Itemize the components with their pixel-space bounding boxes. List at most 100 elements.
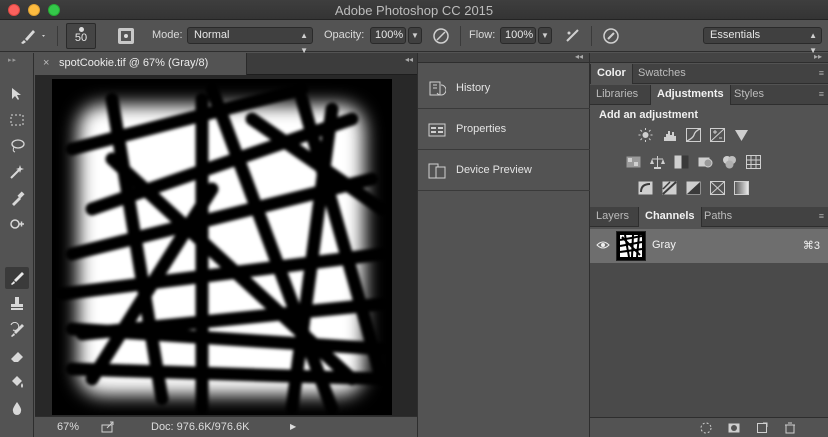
history-brush-tool[interactable]: [5, 319, 29, 341]
panel-menu-icon[interactable]: ≡: [819, 68, 824, 78]
levels-icon[interactable]: [663, 128, 678, 142]
hue-saturation-icon[interactable]: [626, 155, 641, 169]
properties-icon: [428, 122, 446, 138]
expand-arrows-icon[interactable]: ◂◂: [575, 52, 583, 61]
mode-value: Normal: [194, 29, 230, 41]
title-bar: Adobe Photoshop CC 2015: [0, 0, 828, 20]
exposure-icon[interactable]: [710, 128, 725, 142]
tab-styles[interactable]: Styles: [728, 85, 770, 105]
opacity-input[interactable]: 100%: [370, 27, 406, 44]
tab-adjustments[interactable]: Adjustments: [650, 85, 731, 105]
gradient-map-icon[interactable]: [734, 181, 749, 195]
color-lookup-icon[interactable]: [746, 155, 761, 169]
mode-dropdown[interactable]: Normal ▲ ▼: [187, 27, 313, 55]
eyedropper-tool[interactable]: [5, 187, 29, 209]
layers-panel-tabs: Layers Channels Paths ≡: [590, 207, 828, 227]
paint-bucket-icon: [12, 376, 23, 388]
history-icon: [428, 81, 447, 97]
brush-tool[interactable]: [5, 267, 29, 289]
flow-label: Flow:: [469, 29, 496, 41]
dock-grip[interactable]: ▸▸: [590, 52, 828, 63]
tool-preset-picker[interactable]: [18, 26, 45, 46]
right-panel-dock: ▸▸ Color Swatches ≡ Libraries Adjustment…: [590, 52, 828, 437]
channel-list-empty-area[interactable]: [590, 263, 828, 417]
new-channel-icon[interactable]: [756, 422, 768, 434]
document-title: spotCookie.tif @ 67% (Gray/8): [59, 57, 209, 69]
channel-row-gray[interactable]: Gray ⌘3: [590, 229, 828, 263]
collapsed-panel-dock: ◂◂ History Properties Device Preview: [417, 52, 590, 437]
vibrance-icon[interactable]: [734, 128, 749, 142]
tools-panel: ▸▸: [0, 53, 34, 437]
magic-wand-icon: [10, 165, 24, 179]
lasso-icon: [11, 139, 25, 153]
divider: [57, 26, 58, 46]
color-balance-icon[interactable]: [650, 155, 665, 169]
panel-menu-icon[interactable]: ≡: [819, 89, 824, 99]
tab-channels[interactable]: Channels: [638, 207, 702, 227]
opacity-label: Opacity:: [324, 29, 365, 41]
panel-menu-icon[interactable]: ≡: [819, 211, 824, 221]
marquee-tool[interactable]: [5, 109, 29, 131]
workspace-switcher[interactable]: Essentials ▲ ▼: [703, 27, 822, 55]
tab-swatches[interactable]: Swatches: [632, 64, 692, 84]
panel-grip-icon[interactable]: ▸▸: [8, 56, 17, 64]
selective-color-icon[interactable]: [710, 181, 725, 195]
channel-mixer-icon[interactable]: [722, 155, 737, 169]
workspace-value: Essentials: [710, 29, 761, 41]
healing-brush-tool[interactable]: [5, 213, 29, 235]
flow-value: 100%: [505, 29, 534, 41]
paint-bucket-tool[interactable]: [5, 371, 29, 393]
dock-grip[interactable]: ◂◂: [418, 52, 589, 63]
clone-stamp-tool[interactable]: [5, 293, 29, 315]
blur-tool[interactable]: [5, 397, 29, 419]
add-adjustment-heading: Add an adjustment: [599, 109, 699, 121]
brush-panel-toggle-icon[interactable]: [118, 28, 134, 44]
photo-filter-icon[interactable]: [698, 155, 713, 169]
flow-input[interactable]: 100%: [500, 27, 536, 44]
document-tab[interactable]: × spotCookie.tif @ 67% (Gray/8): [35, 53, 247, 75]
properties-panel-button[interactable]: Properties: [418, 110, 590, 150]
invert-icon[interactable]: [638, 181, 653, 195]
pressure-size-icon[interactable]: [602, 27, 620, 45]
airbrush-icon[interactable]: [564, 27, 582, 45]
document-size: Doc: 976.6K/976.6K: [151, 421, 250, 433]
pressure-opacity-icon[interactable]: [432, 27, 450, 45]
tab-color[interactable]: Color: [590, 64, 633, 84]
eraser-tool[interactable]: [5, 345, 29, 367]
canvas-image[interactable]: [52, 79, 392, 416]
history-panel-button[interactable]: History: [418, 69, 590, 109]
posterize-icon[interactable]: [662, 181, 677, 195]
channel-name: Gray: [652, 239, 676, 251]
zoom-level[interactable]: 67%: [57, 421, 79, 433]
move-tool[interactable]: [5, 83, 29, 105]
save-selection-icon[interactable]: [728, 422, 740, 434]
status-menu-arrow-icon[interactable]: ▶: [290, 422, 296, 431]
black-white-icon[interactable]: [674, 155, 689, 169]
tab-paths[interactable]: Paths: [698, 207, 738, 227]
threshold-icon[interactable]: [686, 181, 701, 195]
collapse-arrows-icon[interactable]: ▸▸: [814, 52, 822, 61]
share-icon[interactable]: [101, 421, 115, 433]
adjustments-panel-tabs: Libraries Adjustments Styles ≡: [590, 85, 828, 105]
brush-size-picker[interactable]: 50: [66, 23, 96, 49]
document-window: × spotCookie.tif @ 67% (Gray/8) ◂◂ 67% D…: [35, 53, 417, 437]
opacity-value: 100%: [375, 29, 404, 41]
trash-icon[interactable]: [784, 422, 796, 434]
status-bar: 67% Doc: 976.6K/976.6K ▶: [35, 416, 417, 437]
load-selection-icon[interactable]: [700, 422, 712, 434]
tab-layers[interactable]: Layers: [590, 207, 635, 227]
tab-libraries[interactable]: Libraries: [590, 85, 644, 105]
brush-size-value: 50: [74, 32, 88, 44]
lasso-tool[interactable]: [5, 135, 29, 157]
canvas-area[interactable]: [35, 76, 417, 416]
flow-dropdown-button[interactable]: ▼: [538, 27, 552, 44]
curves-icon[interactable]: [686, 128, 701, 142]
opacity-dropdown-button[interactable]: ▼: [408, 27, 422, 44]
close-icon[interactable]: ×: [43, 57, 49, 69]
brightness-contrast-icon[interactable]: [638, 128, 653, 142]
device-preview-panel-button[interactable]: Device Preview: [418, 151, 590, 191]
visibility-eye-icon[interactable]: [596, 239, 610, 251]
marquee-icon: [10, 114, 24, 126]
collapse-arrows-icon[interactable]: ◂◂: [405, 55, 413, 64]
magic-wand-tool[interactable]: [5, 161, 29, 183]
